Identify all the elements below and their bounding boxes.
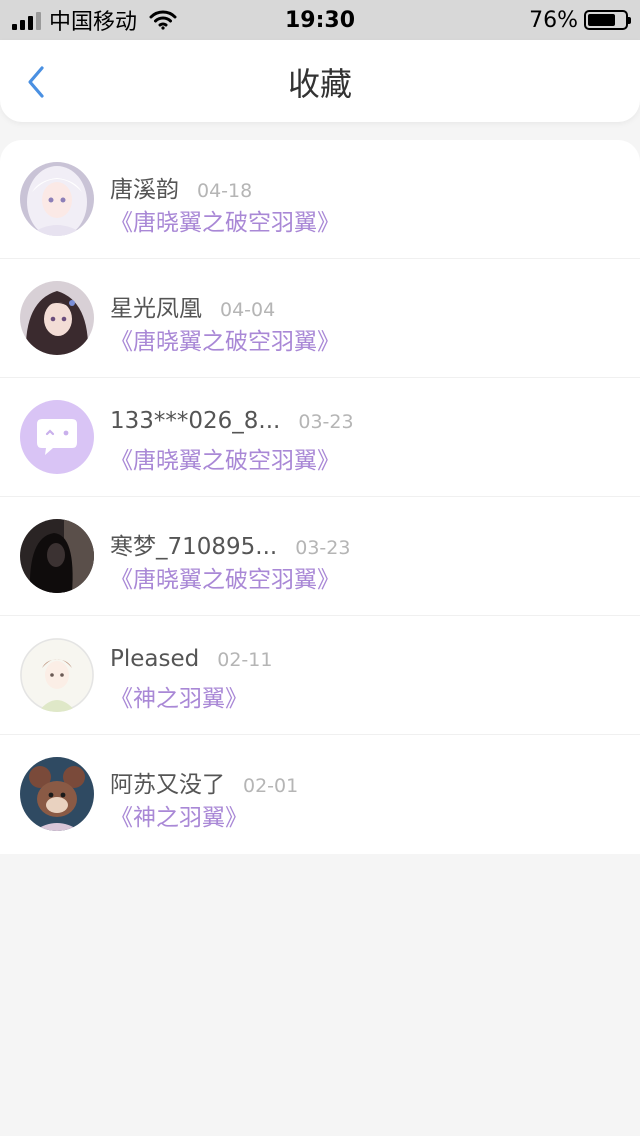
- chevron-left-icon: [28, 66, 44, 98]
- avatar-dark-silhouette-icon[interactable]: [20, 519, 94, 593]
- favorite-date: 04-18: [197, 180, 253, 202]
- avatar-anime-girl-white-hair-icon[interactable]: [20, 162, 94, 236]
- user-name: 星光凤凰: [110, 296, 202, 322]
- navigation-bar: 收藏: [0, 40, 640, 122]
- battery-icon: [584, 10, 631, 30]
- list-item[interactable]: 寒梦_710895... 03-23 《唐晓翼之破空羽翼》: [0, 497, 640, 616]
- favorite-date: 03-23: [295, 537, 351, 559]
- avatar-cartoon-mouse-icon[interactable]: [20, 757, 94, 831]
- status-bar: 中国移动 19:30 76%: [0, 0, 640, 40]
- signal-strength-icon: [12, 10, 41, 30]
- avatar-anime-girl-dark-hair-icon[interactable]: [20, 281, 94, 355]
- book-title[interactable]: 《唐晓翼之破空羽翼》: [110, 560, 340, 594]
- battery-level-fill: [588, 14, 616, 26]
- user-name: 133***026_8...: [110, 408, 281, 434]
- book-title[interactable]: 《神之羽翼》: [110, 679, 248, 713]
- user-name: Pleased: [110, 646, 200, 672]
- user-name: 唐溪韵: [110, 177, 179, 203]
- favorite-date: 03-23: [298, 411, 354, 433]
- wifi-icon: [149, 10, 177, 30]
- list-item[interactable]: 133***026_8... 03-23 《唐晓翼之破空羽翼》: [0, 378, 640, 497]
- user-name: 寒梦_710895...: [110, 534, 278, 560]
- avatar-anime-boy-sketch-icon[interactable]: [20, 638, 94, 712]
- list-item[interactable]: 唐溪韵 04-18 《唐晓翼之破空羽翼》: [0, 140, 640, 259]
- battery-percent: 76%: [529, 7, 578, 33]
- list-item[interactable]: 阿苏又没了 02-01 《神之羽翼》: [0, 735, 640, 854]
- battery-status: 76%: [529, 7, 631, 33]
- favorite-date: 02-11: [217, 649, 273, 671]
- list-item[interactable]: Pleased 02-11 《神之羽翼》: [0, 616, 640, 735]
- favorites-screen: 中国移动 19:30 76% 收藏 唐溪韵 04-18 《唐晓翼之破空羽翼》 星…: [0, 0, 640, 1136]
- user-name: 阿苏又没了: [110, 772, 225, 798]
- favorite-date: 02-01: [243, 775, 299, 797]
- back-button[interactable]: [14, 60, 58, 104]
- list-item[interactable]: 星光凤凰 04-04 《唐晓翼之破空羽翼》: [0, 259, 640, 378]
- default-chat-bubble-avatar-icon[interactable]: [20, 400, 94, 474]
- favorite-date: 04-04: [220, 299, 276, 321]
- favorites-list: 唐溪韵 04-18 《唐晓翼之破空羽翼》 星光凤凰 04-04 《唐晓翼之破空羽…: [0, 140, 640, 854]
- book-title[interactable]: 《唐晓翼之破空羽翼》: [110, 203, 340, 237]
- book-title[interactable]: 《唐晓翼之破空羽翼》: [110, 441, 340, 475]
- carrier-name: 中国移动: [49, 10, 138, 35]
- book-title[interactable]: 《神之羽翼》: [110, 798, 248, 832]
- page-title: 收藏: [287, 65, 352, 103]
- book-title[interactable]: 《唐晓翼之破空羽翼》: [110, 322, 340, 356]
